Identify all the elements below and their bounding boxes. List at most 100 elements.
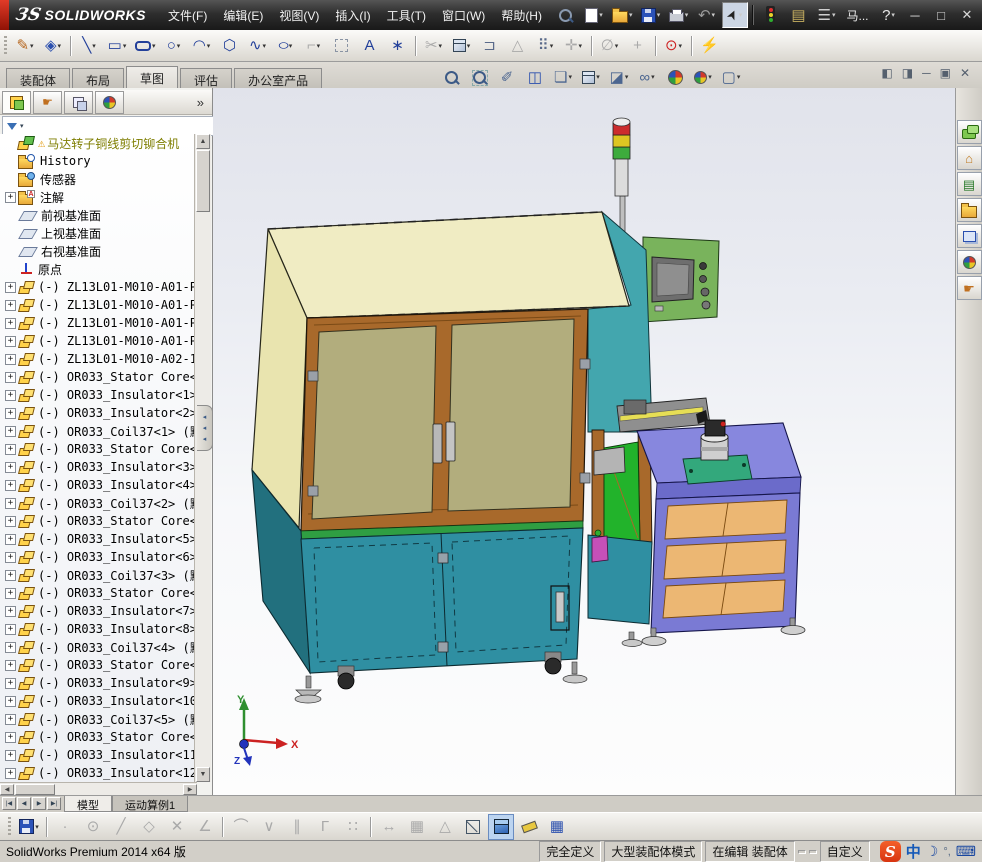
- dropdown-caret-icon[interactable]: ▾: [467, 42, 471, 50]
- expander[interactable]: +: [5, 282, 16, 293]
- ime-punctuation-icon[interactable]: °,: [943, 846, 950, 858]
- tab-office-products[interactable]: 办公室产品: [234, 68, 322, 88]
- close-window-button[interactable]: ✕: [960, 7, 974, 23]
- door-hand—le-right[interactable]: [446, 422, 455, 461]
- ime-language-toggle[interactable]: 中: [906, 841, 921, 862]
- expander[interactable]: +: [5, 624, 16, 635]
- tangent-relation-button[interactable]: ⌒: [228, 814, 254, 840]
- solidworks-resources-button[interactable]: [957, 120, 982, 144]
- dropdown-caret-icon[interactable]: ▾: [832, 11, 836, 19]
- propertymanager-tab[interactable]: ☛: [33, 91, 62, 114]
- scroll-right-button[interactable]: ▶: [183, 784, 197, 795]
- expander[interactable]: +: [5, 192, 16, 203]
- tree-item[interactable]: +(-) OR033_Insulator<3>: [0, 458, 196, 476]
- tree-item[interactable]: ⚠马达转子铜线剪切铆合机: [0, 134, 196, 152]
- tree-item[interactable]: +(-) OR033_Coil37<5> (默: [0, 710, 196, 728]
- tree-item[interactable]: +(-) OR033_Insulator<7>: [0, 602, 196, 620]
- tree-item[interactable]: +(-) OR033_Insulator<1>: [0, 386, 196, 404]
- display-style-button[interactable]: ◪▾: [606, 64, 632, 90]
- dropdown-caret-icon[interactable]: ▾: [599, 11, 603, 19]
- toolbar-grip[interactable]: [4, 36, 7, 56]
- tree-item[interactable]: +(-) ZL13L01-M010-A02-1-: [0, 350, 196, 368]
- tree-item[interactable]: +(-) OR033_Coil37<3> (默: [0, 566, 196, 584]
- intersection-relation-button[interactable]: ✕: [164, 814, 190, 840]
- dropdown-caret-icon[interactable]: ▾: [92, 42, 96, 50]
- expander[interactable]: +: [5, 318, 16, 329]
- expander[interactable]: +: [5, 750, 16, 761]
- shaded-display-button[interactable]: [488, 814, 514, 840]
- tree-horizontal-scrollbar[interactable]: ◀ ▶: [0, 782, 197, 796]
- assembly-model[interactable]: Y X Z: [213, 88, 955, 795]
- prev-tab-button[interactable]: ◀: [17, 797, 31, 810]
- ime-keyboard-icon[interactable]: ⌨: [956, 843, 976, 860]
- point-button[interactable]: ∗: [385, 33, 411, 59]
- pane-right-button[interactable]: ◨: [902, 66, 913, 80]
- tree-item[interactable]: 前视基准面: [0, 206, 196, 224]
- dropdown-caret-icon[interactable]: ▾: [596, 73, 600, 81]
- expander[interactable]: +: [5, 534, 16, 545]
- dropdown-caret-icon[interactable]: ▾: [651, 73, 655, 81]
- expander[interactable]: +: [5, 480, 16, 491]
- maximize-window-button[interactable]: □: [934, 8, 948, 23]
- expander[interactable]: +: [5, 390, 16, 401]
- expander[interactable]: +: [5, 588, 16, 599]
- tree-item[interactable]: 原点: [0, 260, 196, 278]
- centerpoint-arc-button[interactable]: ◠▾: [189, 33, 215, 59]
- section-view-button[interactable]: ◫: [522, 64, 548, 90]
- dropdown-caret-icon[interactable]: ▾: [712, 11, 716, 19]
- expander[interactable]: +: [5, 768, 16, 779]
- measure-button[interactable]: [516, 814, 542, 840]
- sketch-fillet-button[interactable]: ⌐▾: [301, 33, 327, 59]
- expander[interactable]: +: [5, 696, 16, 707]
- tree-item[interactable]: +(-) OR033_Stator Core<2: [0, 440, 196, 458]
- toolbar-grip[interactable]: [8, 817, 11, 837]
- expander[interactable]: +: [5, 372, 16, 383]
- tree-item[interactable]: 右视基准面: [0, 242, 196, 260]
- last-tab-button[interactable]: ▶|: [47, 797, 61, 810]
- filter-caret-icon[interactable]: ▾: [20, 122, 24, 130]
- dropdown-caret-icon[interactable]: ▾: [579, 42, 583, 50]
- tree-item[interactable]: +(-) OR033_Insulator<6>: [0, 548, 196, 566]
- dropdown-caret-icon[interactable]: ▾: [550, 42, 554, 50]
- select-button[interactable]: ➤▾: [722, 2, 748, 28]
- save-button[interactable]: ▾: [638, 2, 664, 28]
- collinear-relation-button[interactable]: ╱: [108, 814, 134, 840]
- zoom-to-area-button[interactable]: [466, 64, 492, 90]
- dropdown-caret-icon[interactable]: ▾: [35, 823, 39, 831]
- tree-item[interactable]: +(-) OR033_Coil37<2> (默: [0, 494, 196, 512]
- tree-item[interactable]: +(-) ZL13L01-M010-A01-P0: [0, 278, 196, 296]
- close-document-button[interactable]: ✕: [960, 66, 970, 80]
- displaymanager-tab[interactable]: [95, 91, 124, 114]
- tree-item[interactable]: +(-) OR033_Stator Core<1: [0, 368, 196, 386]
- dropdown-caret-icon[interactable]: ▾: [123, 42, 127, 50]
- sketch-button[interactable]: ✎▾: [12, 33, 38, 59]
- new-document-button[interactable]: ▾: [581, 2, 607, 28]
- options-button[interactable]: ☰▾: [814, 2, 840, 28]
- polygon-button[interactable]: ⬡: [217, 33, 243, 59]
- add-relation-button[interactable]: +: [625, 33, 651, 59]
- scroll-thumb[interactable]: [196, 150, 210, 212]
- dropdown-caret-icon[interactable]: ▾: [737, 73, 741, 81]
- configurationmanager-tab[interactable]: [64, 91, 93, 114]
- concentric-relation-button[interactable]: ⊙: [80, 814, 106, 840]
- expander[interactable]: +: [5, 408, 16, 419]
- tree-item[interactable]: 上视基准面: [0, 224, 196, 242]
- dropdown-caret-icon[interactable]: ▾: [152, 42, 156, 50]
- dropdown-caret-icon[interactable]: ▾: [685, 11, 689, 19]
- tree-item[interactable]: +(-) ZL13L01-M010-A01-P0: [0, 314, 196, 332]
- dropdown-caret-icon[interactable]: ▾: [58, 42, 62, 50]
- instant2d-button[interactable]: ⚡: [697, 33, 723, 59]
- zoom-to-fit-button[interactable]: [438, 64, 464, 90]
- spline-button[interactable]: ∿▾: [245, 33, 271, 59]
- tree-item[interactable]: +(-) OR033_Insulator<5>: [0, 530, 196, 548]
- featuremanager-tab[interactable]: [2, 91, 31, 114]
- sketch-point-button[interactable]: ·: [52, 814, 78, 840]
- panel-collapse-handle[interactable]: ◂ ◂ ◂: [197, 405, 213, 451]
- equal-relation-button[interactable]: ◇: [136, 814, 162, 840]
- dimension-snap-button[interactable]: ↔: [376, 814, 402, 840]
- ime-fullhalf-icon[interactable]: ☽: [926, 843, 939, 860]
- dropdown-caret-icon[interactable]: ▾: [708, 73, 712, 81]
- corner-rectangle-button[interactable]: ▭▾: [104, 33, 130, 59]
- tree-item[interactable]: +(-) OR033_Coil37<1> (默: [0, 422, 196, 440]
- dropdown-caret-icon[interactable]: ▾: [177, 42, 181, 50]
